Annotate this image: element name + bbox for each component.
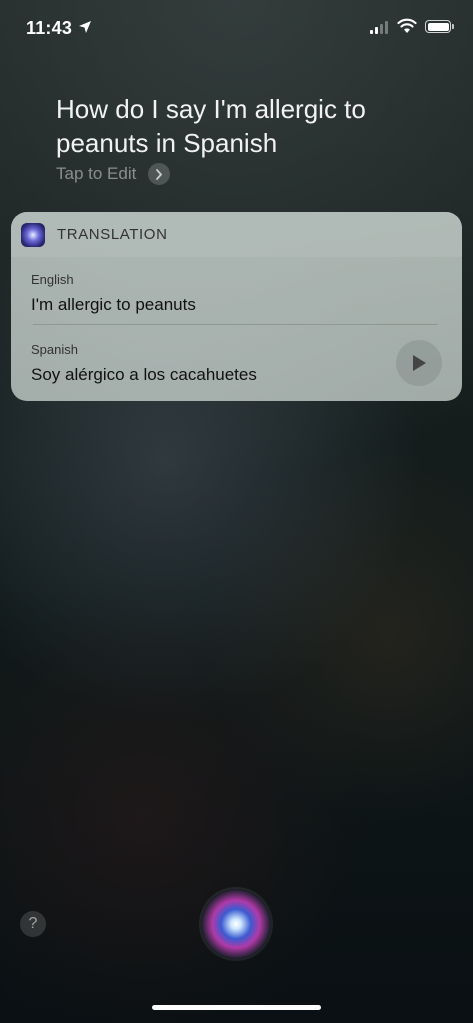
siri-query-text: How do I say I'm allergic to peanuts in … <box>56 94 366 158</box>
help-button[interactable]: ? <box>20 911 46 937</box>
chevron-right-icon <box>148 163 171 185</box>
target-language-label: Spanish <box>31 342 78 357</box>
target-text: Soy alérgico a los cacahuetes <box>31 365 257 384</box>
translation-card: TRANSLATION English I'm allergic to pean… <box>11 212 462 401</box>
divider <box>33 324 438 325</box>
source-text: I'm allergic to peanuts <box>31 295 196 314</box>
cellular-signal-icon <box>370 21 388 34</box>
wifi-icon <box>397 18 417 33</box>
siri-app-icon <box>21 222 45 247</box>
tap-to-edit-button[interactable]: Tap to Edit <box>56 163 171 185</box>
play-translation-button[interactable] <box>396 340 442 386</box>
battery-tip <box>452 24 454 29</box>
card-header: TRANSLATION <box>11 212 462 257</box>
battery-icon <box>425 20 451 33</box>
tap-to-edit-label: Tap to Edit <box>56 164 137 183</box>
card-title: TRANSLATION <box>57 226 168 243</box>
status-bar: 11:43 <box>0 0 473 58</box>
play-icon <box>413 355 426 371</box>
status-time: 11:43 <box>26 18 73 38</box>
siri-orb-icon[interactable] <box>201 889 271 959</box>
home-indicator[interactable] <box>152 1005 321 1010</box>
source-language-label: English <box>31 272 74 287</box>
location-arrow-icon <box>79 21 91 33</box>
